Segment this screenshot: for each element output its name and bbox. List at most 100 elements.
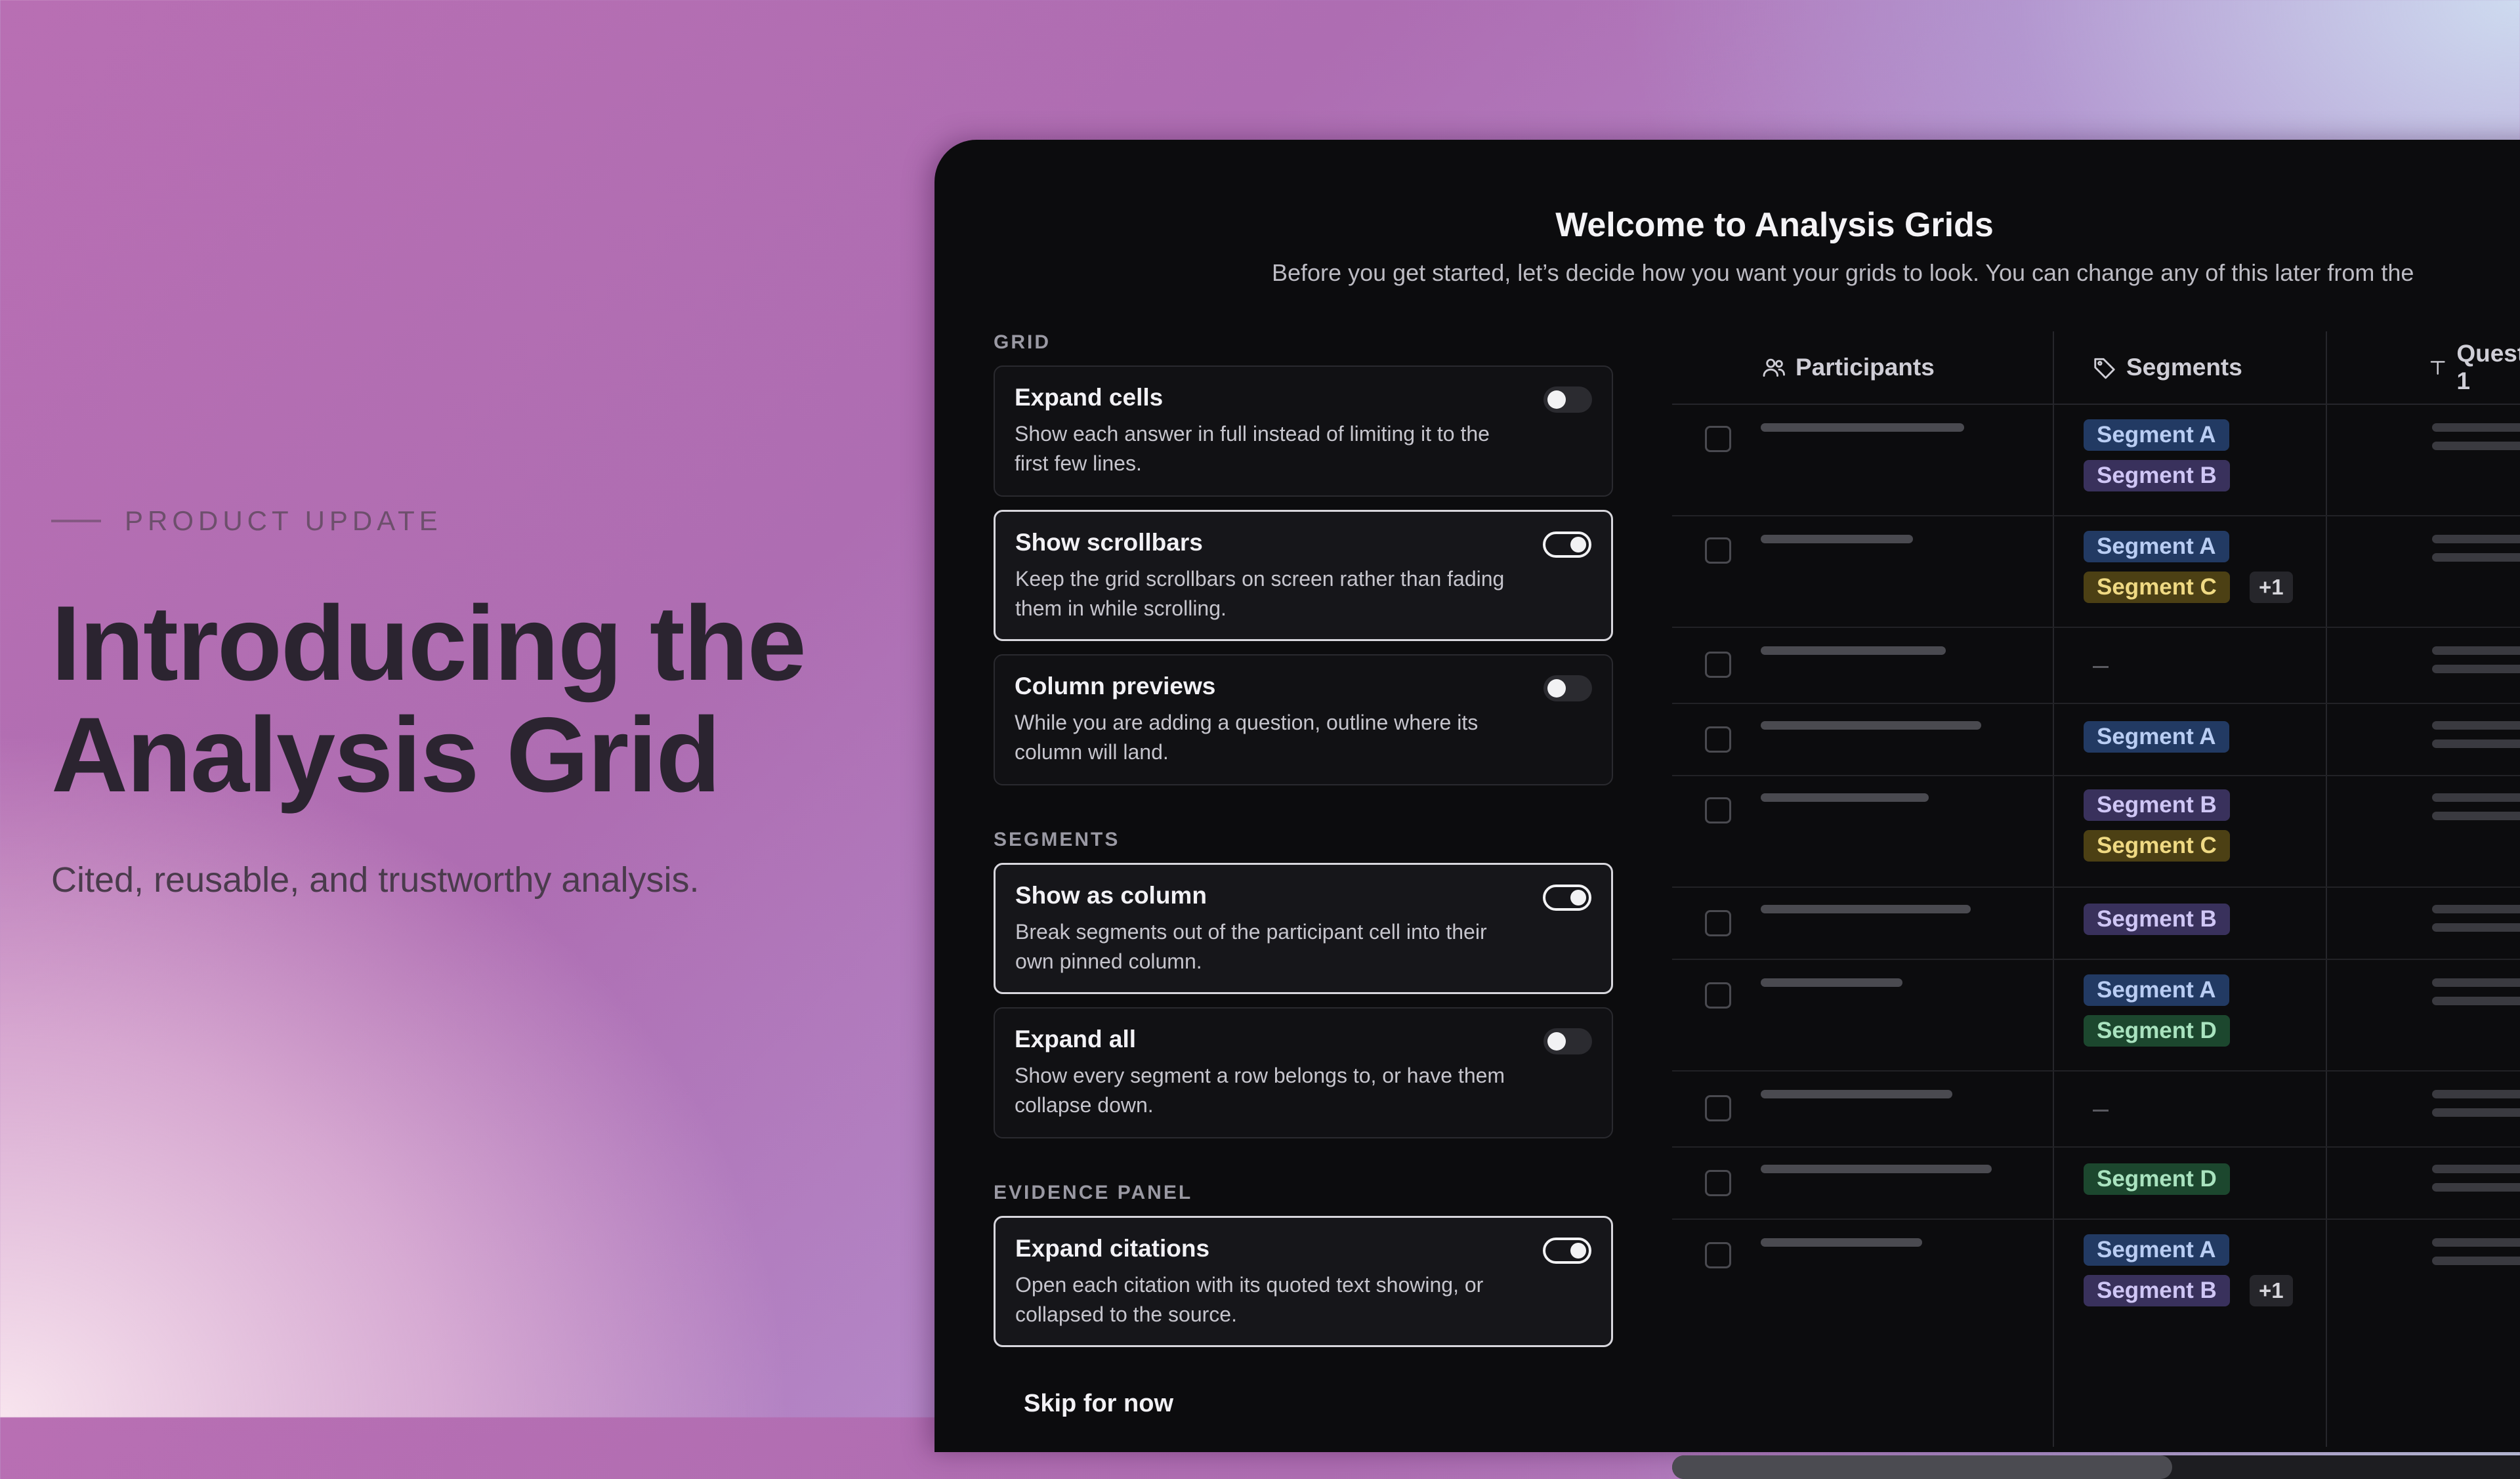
participant-placeholder (1761, 646, 1946, 655)
eyebrow-text: PRODUCT UPDATE (125, 505, 442, 536)
table-row[interactable]: Segment D (1672, 1146, 2520, 1220)
grid-preview-header: Participants Segments Question 1 (1672, 331, 2520, 405)
segment-tag[interactable]: Segment B (2084, 904, 2230, 935)
row-checkbox[interactable] (1705, 1242, 1731, 1268)
settings-column: GRID Expand cells Show each answer in fu… (994, 331, 1613, 1360)
eyebrow: PRODUCT UPDATE (51, 505, 931, 537)
answer-placeholder (2432, 1238, 2520, 1247)
table-row[interactable]: Segment A Segment D (1672, 959, 2520, 1072)
people-icon (1763, 358, 1785, 377)
setting-expand-all[interactable]: Expand all Show every segment a row belo… (994, 1007, 1613, 1138)
answer-placeholder (2432, 1090, 2520, 1098)
scrollbar-thumb[interactable] (1672, 1455, 2172, 1479)
participant-placeholder (1761, 721, 1981, 730)
setting-description: Open each citation with its quoted text … (1015, 1273, 1484, 1326)
toggle-knob (1570, 1243, 1586, 1259)
segment-tag[interactable]: Segment C (2084, 572, 2230, 603)
setting-show-as-column[interactable]: Show as column Break segments out of the… (994, 863, 1613, 994)
column-header-label: Question 1 (2456, 340, 2520, 394)
table-row[interactable]: Segment B (1672, 886, 2520, 960)
segment-tag[interactable]: Segment B (2084, 460, 2230, 491)
row-checkbox[interactable] (1705, 982, 1731, 1009)
segment-tag[interactable]: Segment D (2084, 1015, 2230, 1047)
setting-description: Keep the grid scrollbars on screen rathe… (1015, 567, 1505, 620)
answer-placeholder (2432, 997, 2520, 1005)
row-checkbox[interactable] (1705, 797, 1731, 823)
show-as-column-toggle[interactable] (1543, 885, 1591, 911)
expand-cells-toggle[interactable] (1544, 386, 1592, 413)
participant-placeholder (1761, 793, 1929, 802)
participant-placeholder (1761, 535, 1913, 543)
column-header-participants[interactable]: Participants (1761, 331, 1935, 404)
table-row[interactable]: Segment A (1672, 703, 2520, 776)
setting-column-previews[interactable]: Column previews While you are adding a q… (994, 654, 1613, 785)
answer-placeholder (2432, 1183, 2520, 1192)
table-row[interactable]: Segment B Segment C (1672, 775, 2520, 888)
participant-placeholder (1761, 423, 1964, 432)
column-header-label: Participants (1796, 354, 1935, 381)
answer-placeholder (2432, 740, 2520, 748)
answer-placeholder (2432, 1108, 2520, 1117)
column-previews-toggle[interactable] (1544, 675, 1592, 701)
horizontal-scrollbar[interactable] (1672, 1455, 2520, 1479)
table-row[interactable] (1672, 627, 2520, 704)
text-icon (2430, 361, 2445, 375)
column-header-segments[interactable]: Segments (2092, 331, 2242, 404)
answer-placeholder (2432, 905, 2520, 913)
segment-tag[interactable]: Segment D (2084, 1163, 2230, 1195)
show-scrollbars-toggle[interactable] (1543, 531, 1591, 558)
setting-title: Column previews (1015, 673, 1216, 699)
participant-placeholder (1761, 1238, 1922, 1247)
more-segments-badge[interactable]: +1 (2250, 572, 2293, 603)
segment-tag[interactable]: Segment A (2084, 1234, 2229, 1266)
answer-placeholder (2432, 812, 2520, 820)
column-header-question-1[interactable]: Question 1 (2428, 331, 2520, 404)
tag-icon (2094, 358, 2115, 379)
table-row[interactable]: Segment A Segment C +1 (1672, 515, 2520, 628)
more-segments-badge[interactable]: +1 (2250, 1275, 2293, 1306)
setting-title: Expand all (1015, 1026, 1137, 1052)
empty-segment-dash (2093, 666, 2109, 668)
segment-tag[interactable]: Segment A (2084, 419, 2229, 451)
expand-all-toggle[interactable] (1544, 1028, 1592, 1054)
row-checkbox[interactable] (1705, 726, 1731, 753)
segment-tag[interactable]: Segment A (2084, 721, 2229, 753)
segment-tag[interactable]: Segment A (2084, 974, 2229, 1006)
answer-placeholder (2432, 665, 2520, 673)
setting-title: Show scrollbars (1015, 529, 1203, 556)
skip-button[interactable]: Skip for now (1024, 1390, 1173, 1418)
answer-placeholder (2432, 646, 2520, 655)
participant-placeholder (1761, 905, 1971, 913)
answer-placeholder (2432, 721, 2520, 730)
onboarding-dialog: Welcome to Analysis Grids Before you get… (934, 140, 2520, 1479)
answer-placeholder (2432, 535, 2520, 543)
row-checkbox[interactable] (1705, 652, 1731, 678)
table-row[interactable]: Segment A Segment B (1672, 404, 2520, 516)
setting-expand-citations[interactable]: Expand citations Open each citation with… (994, 1216, 1613, 1347)
toggle-knob (1570, 537, 1586, 552)
answer-placeholder (2432, 923, 2520, 932)
participant-placeholder (1761, 1090, 1952, 1098)
row-checkbox[interactable] (1705, 910, 1731, 936)
setting-show-scrollbars[interactable]: Show scrollbars Keep the grid scrollbars… (994, 510, 1613, 641)
table-row[interactable]: Segment A Segment B +1 (1672, 1219, 2520, 1330)
setting-title: Expand cells (1015, 384, 1164, 411)
segment-tag[interactable]: Segment A (2084, 531, 2229, 562)
toggle-knob (1570, 890, 1586, 906)
setting-description: Show every segment a row belongs to, or … (1015, 1064, 1505, 1117)
row-checkbox[interactable] (1705, 426, 1731, 452)
segment-tag[interactable]: Segment B (2084, 1275, 2230, 1306)
row-checkbox[interactable] (1705, 1170, 1731, 1196)
expand-citations-toggle[interactable] (1543, 1238, 1591, 1264)
setting-expand-cells[interactable]: Expand cells Show each answer in full in… (994, 365, 1613, 497)
segment-tag[interactable]: Segment C (2084, 830, 2230, 862)
headline-line-2: Analysis Grid (51, 696, 721, 814)
segment-tag[interactable]: Segment B (2084, 789, 2230, 821)
setting-title: Show as column (1015, 882, 1207, 909)
row-checkbox[interactable] (1705, 1095, 1731, 1121)
hero-section: PRODUCT UPDATE Introducing the Analysis … (51, 505, 931, 900)
row-checkbox[interactable] (1705, 537, 1731, 564)
table-row[interactable] (1672, 1070, 2520, 1148)
eyebrow-rule (51, 520, 101, 522)
answer-placeholder (2432, 1257, 2520, 1265)
